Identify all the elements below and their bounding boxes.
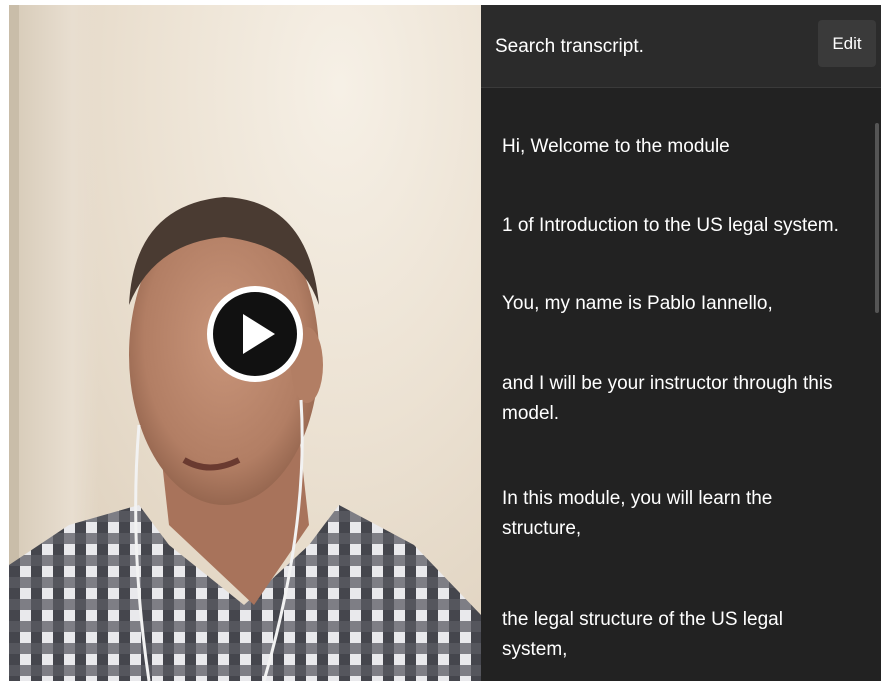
search-transcript-input[interactable]	[493, 27, 797, 67]
transcript-line[interactable]: and I will be your instructor through th…	[502, 369, 857, 429]
transcript-line[interactable]: the legal structure of the US legal syst…	[502, 605, 802, 665]
transcript-line[interactable]: You, my name is Pablo Iannello,	[502, 289, 857, 319]
play-button[interactable]	[207, 286, 303, 382]
transcript-scrollbar[interactable]	[875, 123, 879, 313]
transcript-line[interactable]: Hi, Welcome to the module	[502, 132, 857, 162]
edit-button[interactable]: Edit	[818, 20, 876, 67]
transcript-line[interactable]: In this module, you will learn the struc…	[502, 484, 802, 544]
play-icon	[243, 314, 275, 354]
transcript-search-bar: Edit	[481, 5, 881, 88]
video-player[interactable]	[9, 5, 481, 681]
transcript-panel: Edit Hi, Welcome to the module 1 of Intr…	[481, 5, 881, 681]
transcript-line[interactable]: 1 of Introduction to the US legal system…	[502, 211, 857, 241]
transcript-list[interactable]: Hi, Welcome to the module 1 of Introduct…	[481, 88, 875, 681]
